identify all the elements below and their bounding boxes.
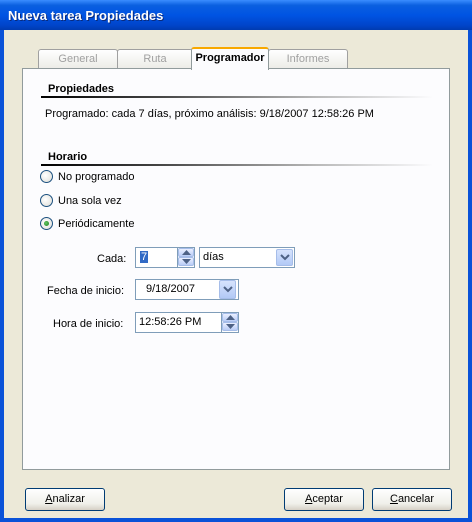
propiedades-heading: Propiedades <box>48 83 115 95</box>
cancelar-button[interactable]: Cancelar <box>372 488 452 511</box>
title-bar[interactable]: Nueva tarea Propiedades <box>0 0 472 30</box>
unit-dropdown[interactable]: días <box>199 247 295 268</box>
spin-up-arrow-icon[interactable] <box>178 248 194 257</box>
cancelar-accesskey: C <box>389 493 398 505</box>
cada-label: Cada: <box>97 253 127 265</box>
cada-value[interactable]: 7 <box>140 251 149 263</box>
spin-up-arrow-icon[interactable] <box>222 313 238 322</box>
cada-spin-buttons <box>177 248 194 267</box>
dialog-window: Nueva tarea Propiedades General Ruta Pro… <box>0 0 472 522</box>
radio-periodicamente-label[interactable]: Periódicamente <box>58 218 134 230</box>
radio-una-sola-vez-label[interactable]: Una sola vez <box>58 195 122 207</box>
radio-una-sola-vez[interactable] <box>40 194 53 207</box>
calendar-dropdown-chevron-icon[interactable] <box>219 280 236 299</box>
window-frame-right <box>468 30 472 522</box>
spin-down-arrow-icon[interactable] <box>222 322 238 331</box>
radio-no-programado-label[interactable]: No programado <box>58 171 134 183</box>
radio-periodicamente[interactable] <box>40 217 53 230</box>
hora-inicio-label: Hora de inicio: <box>53 318 124 330</box>
analizar-label: nalizar <box>52 493 85 505</box>
window-frame-left <box>0 30 4 522</box>
hora-spin-buttons <box>221 313 238 332</box>
fecha-inicio-label: Fecha de inicio: <box>47 285 125 297</box>
horario-divider <box>41 164 433 166</box>
aceptar-button[interactable]: Aceptar <box>284 488 364 511</box>
tab-panel-programador: Propiedades Programado: cada 7 días, pró… <box>22 68 450 470</box>
cada-stepper[interactable]: 7 <box>135 247 195 268</box>
unit-value: días <box>203 251 224 263</box>
chevron-down-icon[interactable] <box>276 249 293 266</box>
horario-heading: Horario <box>48 151 88 163</box>
fecha-inicio-picker[interactable]: 9/18/2007 <box>135 279 239 300</box>
window-title: Nueva tarea Propiedades <box>8 8 164 23</box>
hora-inicio-stepper[interactable]: 12:58:26 PM <box>135 312 239 333</box>
radio-no-programado[interactable] <box>40 170 53 183</box>
tab-informes[interactable]: Informes <box>268 49 348 69</box>
tab-ruta[interactable]: Ruta <box>117 49 193 69</box>
spin-down-arrow-icon[interactable] <box>178 257 194 266</box>
tab-programador[interactable]: Programador <box>191 47 269 70</box>
analizar-button[interactable]: Analizar <box>25 488 105 511</box>
schedule-summary: Programado: cada 7 días, próximo análisi… <box>45 108 374 120</box>
propiedades-divider <box>41 96 433 98</box>
fecha-inicio-value: 9/18/2007 <box>146 283 195 295</box>
window-frame-bottom <box>0 518 472 522</box>
tab-general[interactable]: General <box>38 49 118 69</box>
hora-inicio-value[interactable]: 12:58:26 PM <box>139 316 201 328</box>
aceptar-label: ceptar <box>312 493 343 505</box>
cancelar-label: ancelar <box>397 493 435 505</box>
